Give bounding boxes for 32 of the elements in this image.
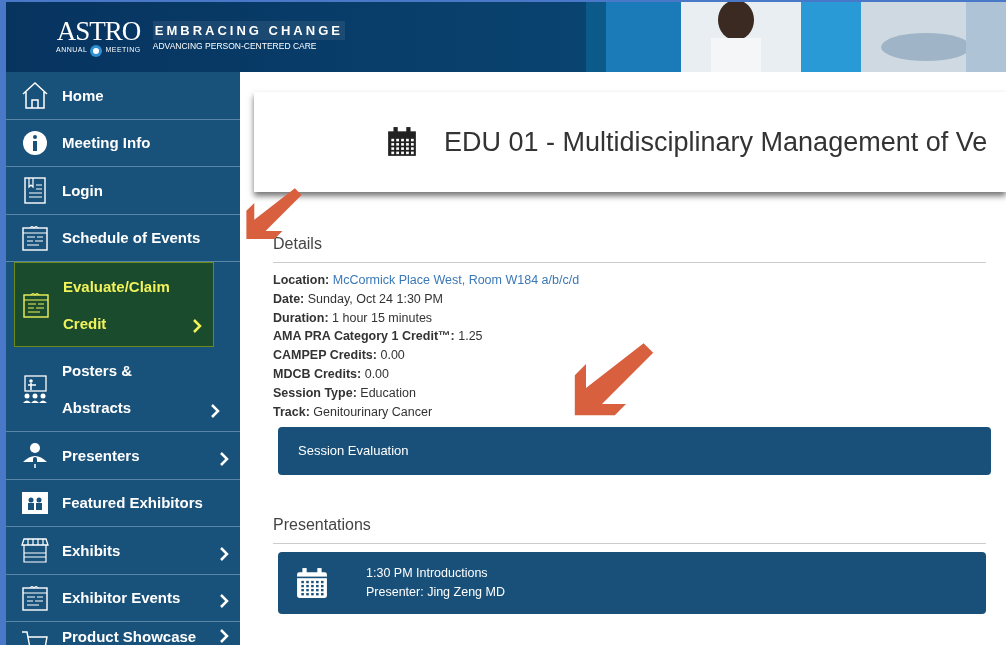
logo-text: ASTRO <box>56 17 141 45</box>
detail-line: Date: Sunday, Oct 24 1:30 PM <box>273 290 444 308</box>
tagline: EMBRACING CHANGE <box>152 20 345 41</box>
calendar-icon <box>386 126 418 158</box>
sidebar-item[interactable]: Home <box>6 72 240 120</box>
detail-line: Session Type: Education <box>273 384 417 402</box>
badge-icon <box>90 44 103 57</box>
presentation-card[interactable]: 1:30 PM Introductions Presenter: Jing Zeng MD <box>278 551 986 614</box>
detail-line: Track: Genitourinary Cancer <box>273 403 434 421</box>
sidebar-item[interactable]: Featured Exhibitors <box>6 479 240 527</box>
sidebar-item[interactable]: Presenters <box>6 432 240 480</box>
detail-line: MDCB Credits: 0.00 <box>273 366 391 383</box>
subtitle: ADVANCING PERSON-CENTERED CARE <box>152 40 318 54</box>
presentation-title: 1:30 PM Introductions <box>366 564 489 582</box>
market-stall-icon <box>20 535 50 566</box>
section-heading: Presentations <box>273 512 986 544</box>
session-title: EDU 01 - Multidisciplinary Management of Ve <box>444 125 988 159</box>
detail-line: Location: McCormick Place West, Room W184 a/b/c/d <box>273 272 581 289</box>
sidebar-item[interactable]: Meeting Info <box>6 119 240 167</box>
detail-line: AMA PRA Category 1 Credit™: 1.25 <box>273 328 484 346</box>
detail-line: CAMPEP Credits: 0.00 <box>273 347 406 365</box>
sidebar-item[interactable]: Exhibits <box>6 527 240 575</box>
session-evaluation-button[interactable]: Session Evaluation <box>278 427 991 475</box>
sidebar-item[interactable]: Evaluate/Claim Credit <box>14 262 214 347</box>
home-icon <box>20 80 50 111</box>
sidebar-item[interactable]: Exhibitor Events <box>6 574 240 622</box>
section-heading: Details <box>273 232 986 263</box>
presenter-name: Presenter: Jing Zeng MD <box>366 583 505 601</box>
detail-line: Duration: 1 hour 15 minutes <box>273 309 434 327</box>
sidebar-item[interactable]: Login <box>6 167 240 215</box>
location-link[interactable]: McCormick Place West, Room W184 a/b/c/d <box>332 273 580 287</box>
calendar-icon <box>296 566 328 599</box>
